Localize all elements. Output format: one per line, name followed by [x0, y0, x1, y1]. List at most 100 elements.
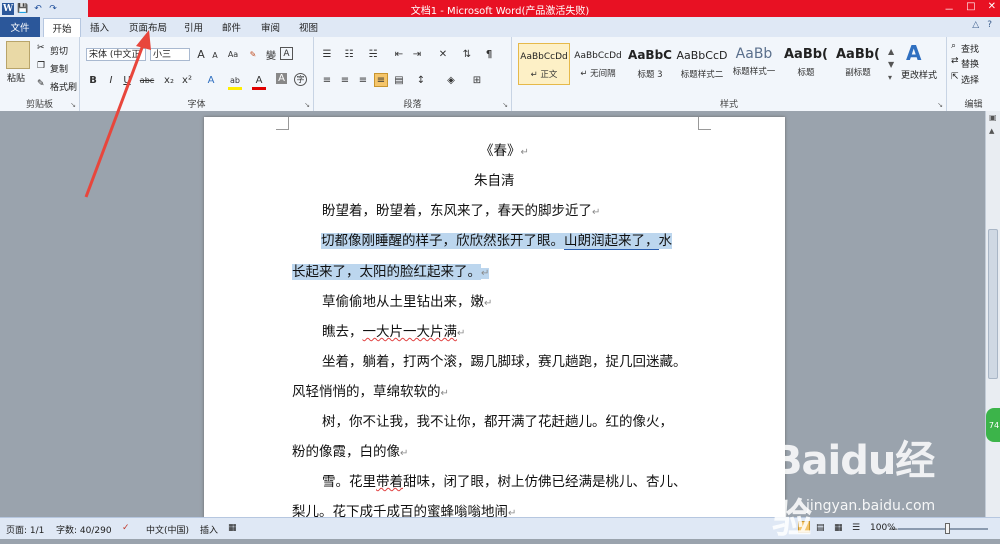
paste-icon[interactable] — [6, 41, 30, 69]
show-marks-icon[interactable]: ¶ — [482, 47, 496, 61]
copy-icon[interactable]: ❐ — [37, 61, 45, 71]
styles-launcher-icon[interactable]: ↘ — [937, 101, 943, 109]
paste-button[interactable]: 粘贴 — [7, 71, 25, 84]
styles-scroll-icon[interactable]: ▲ ▼ ▾ — [888, 45, 894, 84]
style-subtitle[interactable]: AaBb( 副标题 — [832, 43, 884, 85]
phonetic-icon[interactable]: 變 — [264, 47, 278, 62]
sort-icon[interactable]: ⇅ — [460, 47, 474, 61]
style-heading-one[interactable]: AaBb 标题样式一 — [728, 43, 780, 85]
subscript-icon[interactable]: x₂ — [162, 73, 176, 87]
numbering-icon[interactable]: ☷ — [342, 47, 356, 61]
format-painter-button[interactable]: 格式刷 — [50, 80, 77, 93]
highlight-icon[interactable]: ab — [228, 73, 242, 90]
font-launcher-icon[interactable]: ↘ — [304, 101, 310, 109]
select-icon[interactable]: ⇱ — [951, 72, 959, 82]
change-styles-button[interactable]: 更改样式 — [901, 68, 937, 81]
bullets-icon[interactable]: ☰ — [320, 47, 334, 61]
vertical-scrollbar[interactable]: ▣ ▲ — [985, 111, 1000, 517]
asian-layout-icon[interactable]: ✕ — [436, 47, 450, 61]
tab-page-layout[interactable]: 页面布局 — [129, 20, 167, 34]
style-heading-two[interactable]: AaBbCcD 标题样式二 — [676, 43, 728, 85]
cut-icon[interactable]: ✂ — [37, 43, 45, 53]
scroll-up-icon[interactable]: ▲ — [989, 127, 994, 135]
save-icon[interactable]: 💾 — [17, 3, 29, 15]
enclose-char-icon[interactable]: 字 — [294, 73, 307, 86]
style-title[interactable]: AaBb( 标题 — [780, 43, 832, 85]
help-icon[interactable]: ? — [987, 20, 992, 30]
underline-icon[interactable]: U — [120, 73, 134, 87]
copy-button[interactable]: 复制 — [50, 62, 68, 75]
shading-icon[interactable]: ◈ — [444, 73, 458, 87]
justify-icon[interactable]: ≡ — [374, 73, 388, 87]
tab-home[interactable]: 开始 — [43, 18, 81, 37]
ribbon: 粘贴 ✂ 剪切 ❐ 复制 ✎ 格式刷 剪贴板 ↘ 宋体 (中文正 小三 A A … — [0, 37, 1000, 112]
multilevel-list-icon[interactable]: ☵ — [366, 47, 380, 61]
change-styles-icon[interactable]: A — [906, 41, 921, 65]
style-sample: AaBbCcDd — [520, 52, 568, 62]
proofing-icon[interactable]: ✓ — [122, 523, 130, 533]
style-heading-3[interactable]: AaBbC 标题 3 — [624, 43, 676, 85]
distributed-icon[interactable]: ▤ — [392, 73, 406, 87]
maximize-button[interactable]: □ — [966, 1, 975, 16]
strikethrough-icon[interactable]: abc — [138, 73, 156, 87]
close-button[interactable]: ✕ — [988, 1, 996, 16]
char-border-icon[interactable]: A — [280, 47, 293, 60]
find-icon[interactable]: ⌕ — [951, 41, 956, 51]
style-normal[interactable]: AaBbCcDd ↵ 正文 — [518, 43, 570, 85]
crop-mark — [276, 117, 289, 130]
replace-icon[interactable]: ⇄ — [951, 56, 959, 66]
align-center-icon[interactable]: ≡ — [338, 73, 352, 87]
superscript-icon[interactable]: x² — [180, 73, 194, 87]
style-sample: AaBbCcDd — [574, 51, 622, 61]
font-color-icon[interactable]: A — [252, 73, 266, 90]
char-shading-icon[interactable]: A — [276, 73, 287, 84]
tab-mailings[interactable]: 邮件 — [222, 20, 241, 34]
paragraph-launcher-icon[interactable]: ↘ — [502, 101, 508, 109]
ruler-toggle-icon[interactable]: ▣ — [989, 113, 997, 122]
document-page[interactable]: 《春》↵ 朱自清 盼望着，盼望着，东风来了，春天的脚步近了↵ 切都像刚睡醒的样子… — [204, 117, 785, 517]
change-case-icon[interactable]: Aa — [226, 47, 240, 61]
minimize-button[interactable]: － — [944, 1, 954, 16]
collapse-ribbon-icon[interactable]: △ — [972, 20, 979, 30]
tab-file[interactable]: 文件 — [0, 17, 40, 37]
page-count[interactable]: 页面: 1/1 — [6, 523, 44, 536]
word-count[interactable]: 字数: 40/290 — [56, 523, 112, 536]
decrease-indent-icon[interactable]: ⇤ — [392, 47, 406, 61]
language-status[interactable]: 中文(中国) — [146, 523, 189, 536]
text-effect-icon[interactable]: A — [204, 73, 218, 87]
tab-references[interactable]: 引用 — [184, 20, 203, 34]
tab-review[interactable]: 审阅 — [261, 20, 280, 34]
clipboard-launcher-icon[interactable]: ↘ — [70, 101, 76, 109]
grow-font-icon[interactable]: A — [194, 47, 208, 61]
font-name-select[interactable]: 宋体 (中文正 — [86, 48, 146, 61]
word-icon[interactable]: W — [2, 2, 14, 15]
insert-mode[interactable]: 插入 — [200, 523, 218, 536]
style-no-spacing[interactable]: AaBbCcDd ↵ 无间隔 — [572, 43, 624, 85]
cut-button[interactable]: 剪切 — [50, 44, 68, 57]
tab-insert[interactable]: 插入 — [90, 20, 109, 34]
tab-view[interactable]: 视图 — [299, 20, 318, 34]
format-painter-icon[interactable]: ✎ — [37, 79, 45, 89]
shrink-font-icon[interactable]: A — [208, 48, 222, 62]
redo-icon[interactable]: ↷ — [47, 3, 59, 15]
borders-icon[interactable]: ⊞ — [470, 73, 484, 87]
bold-icon[interactable]: B — [86, 73, 100, 87]
replace-button[interactable]: 替换 — [961, 57, 979, 70]
line-spacing-icon[interactable]: ↕ — [414, 73, 428, 87]
side-badge[interactable]: 74 — [986, 408, 1000, 442]
macro-icon[interactable]: ▦ — [228, 523, 237, 533]
clear-format-icon[interactable]: ✎ — [246, 47, 260, 61]
undo-icon[interactable]: ↶ — [32, 3, 44, 15]
paragraph-5-line-1: 坐着，躺着，打两个滚，踢几脚球，赛几趟跑，捉几回迷藏。 — [322, 354, 687, 370]
select-button[interactable]: 选择 — [961, 73, 979, 86]
paragraph-3: 草偷偷地从土里钻出来，嫩↵ — [322, 294, 493, 310]
style-name: 标题 3 — [637, 70, 663, 80]
italic-icon[interactable]: I — [104, 73, 118, 87]
align-left-icon[interactable]: ≡ — [320, 73, 334, 87]
increase-indent-icon[interactable]: ⇥ — [410, 47, 424, 61]
find-button[interactable]: 查找 — [961, 42, 979, 55]
scrollbar-thumb[interactable] — [988, 229, 998, 379]
align-right-icon[interactable]: ≡ — [356, 73, 370, 87]
style-name: 标题样式二 — [680, 70, 724, 80]
font-size-select[interactable]: 小三 — [150, 48, 190, 61]
